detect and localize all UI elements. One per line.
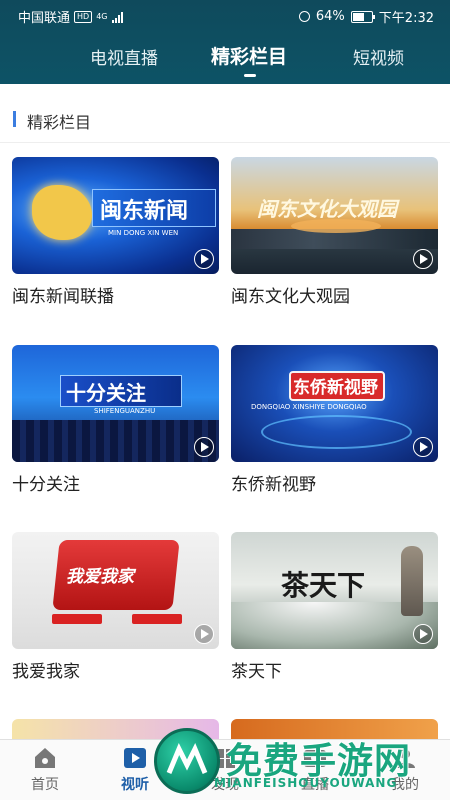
- play-icon[interactable]: [194, 249, 214, 269]
- thumb-title-text: 闽东文化大观园: [257, 197, 397, 221]
- hd-badge: HD: [74, 10, 93, 23]
- thumb-title-text: 茶天下: [281, 569, 366, 602]
- battery-percent: 64%: [315, 9, 345, 24]
- section-accent-bar: [13, 111, 16, 127]
- section-header: 精彩栏目: [0, 96, 450, 143]
- play-square-icon: [122, 746, 148, 770]
- section-title: 精彩栏目: [27, 113, 92, 132]
- active-tab-indicator: [244, 74, 256, 77]
- program-card[interactable]: 茶天下 茶天下: [231, 532, 438, 682]
- program-thumbnail[interactable]: 闽东新闻 MIN DONG XIN WEN: [12, 157, 219, 274]
- watermark-logo-icon: [154, 728, 220, 794]
- program-thumbnail[interactable]: 茶天下: [231, 532, 438, 649]
- program-card[interactable]: 闽东新闻 MIN DONG XIN WEN 闽东新闻联播: [12, 157, 219, 307]
- thumb-title-text: 闽东新闻: [100, 199, 189, 224]
- nav-home[interactable]: 首页: [10, 746, 80, 794]
- thumb-title-text: 十分关注: [66, 381, 146, 405]
- program-card[interactable]: 东侨新视野 DONGQIAO XINSHIYE DONGQIAO 东侨新视野: [231, 345, 438, 495]
- tab-tv-live[interactable]: 电视直播: [90, 44, 158, 69]
- top-tab-bar: 电视直播 精彩栏目 短视频: [0, 36, 450, 78]
- crowd-silhouette: [12, 420, 219, 462]
- program-thumbnail[interactable]: 十分关注 SHIFENGUANZHU: [12, 345, 219, 462]
- watermark-subtext: MIANFEISHOUYOUWANG: [214, 776, 398, 790]
- nav-label: 首页: [31, 777, 59, 793]
- thumb-subtitle-text: DONGQIAO XINSHIYE DONGQIAO: [251, 403, 367, 411]
- tab-featured-programs[interactable]: 精彩栏目: [211, 42, 287, 69]
- program-thumbnail[interactable]: 东侨新视野 DONGQIAO XINSHIYE DONGQIAO: [231, 345, 438, 462]
- program-thumbnail[interactable]: 我爱我家: [12, 532, 219, 649]
- status-bar: 中国联通 HD 4G 64% 下午2:32: [0, 0, 450, 30]
- play-icon[interactable]: [413, 624, 433, 644]
- red-block: [132, 614, 182, 624]
- home-icon: [32, 746, 58, 770]
- tab-short-video[interactable]: 短视频: [353, 44, 404, 69]
- program-title[interactable]: 我爱我家: [12, 657, 219, 682]
- thumb-subtitle-text: SHIFENGUANZHU: [94, 407, 156, 415]
- thumb-subtitle-text: MIN DONG XIN WEN: [108, 229, 179, 237]
- thumb-title-text: 我爱我家: [66, 567, 134, 587]
- network-type: 4G: [96, 12, 108, 21]
- thumb-title-text: 东侨新视野: [293, 378, 378, 398]
- clock-time: 下午2:32: [378, 11, 434, 26]
- play-icon[interactable]: [194, 624, 214, 644]
- nav-label: 视听: [121, 777, 149, 793]
- program-card[interactable]: 闽东文化大观园 闽东文化大观园: [231, 157, 438, 307]
- carrier-text: 中国联通: [18, 11, 71, 26]
- program-title[interactable]: 十分关注: [12, 470, 219, 495]
- battery-icon: [350, 10, 375, 23]
- play-icon[interactable]: [413, 437, 433, 457]
- program-card[interactable]: 我爱我家 我爱我家: [12, 532, 219, 682]
- statue-graphic: [401, 546, 423, 616]
- program-card[interactable]: 十分关注 SHIFENGUANZHU 十分关注: [12, 345, 219, 495]
- play-icon[interactable]: [413, 249, 433, 269]
- program-title[interactable]: 闽东新闻联播: [12, 282, 219, 307]
- signal-icon: [111, 11, 123, 23]
- program-thumbnail[interactable]: 闽东文化大观园: [231, 157, 438, 274]
- program-title[interactable]: 闽东文化大观园: [231, 282, 438, 307]
- program-title[interactable]: 茶天下: [231, 657, 438, 682]
- watermark: 免费手游网 MIANFEISHOUYOUWANG: [150, 728, 450, 800]
- alarm-icon: [298, 11, 310, 22]
- play-icon[interactable]: [194, 437, 214, 457]
- battery-fill: [352, 12, 365, 21]
- stage-ring: [261, 415, 412, 449]
- map-graphic: [32, 185, 92, 240]
- program-title[interactable]: 东侨新视野: [231, 470, 438, 495]
- red-block: [52, 614, 102, 624]
